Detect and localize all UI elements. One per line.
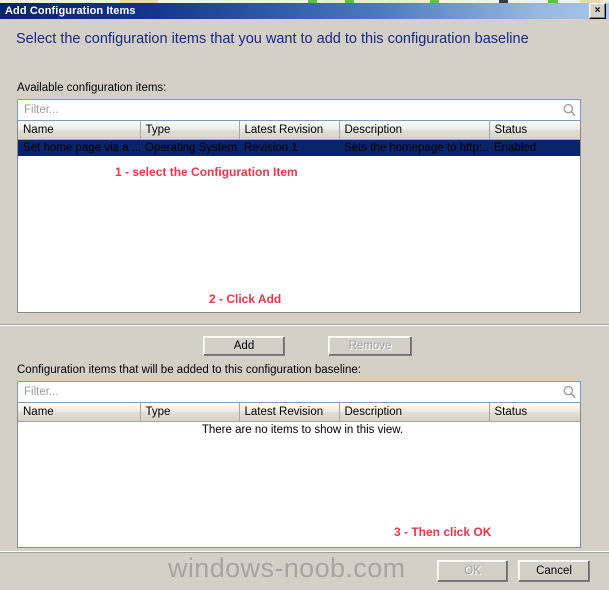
cancel-button[interactable]: Cancel [518,560,590,582]
annotation-step-1: 1 - select the Configuration Item [115,165,298,179]
divider-above-buttons [0,324,609,326]
column-header-latest-revision[interactable]: Latest Revision [239,121,340,140]
selected-table-header-row: Name Type Latest Revision Description St… [18,403,580,422]
empty-state-row: There are no items to show in this view. [18,421,580,438]
selected-items-list[interactable]: Name Type Latest Revision Description St… [17,403,581,548]
column-header-latest-revision[interactable]: Latest Revision [239,403,340,422]
column-header-type[interactable]: Type [140,403,240,422]
add-button[interactable]: Add [203,336,285,356]
title-bar: Add Configuration Items × [0,3,609,19]
column-header-name[interactable]: Name [18,403,141,422]
page-title: Select the configuration items that you … [16,31,529,47]
annotation-step-3: 3 - Then click OK [394,525,492,539]
cell-status: Enabled [489,139,580,156]
column-header-name[interactable]: Name [18,121,141,140]
selected-items-label: Configuration items that will be added t… [17,364,361,376]
close-icon[interactable]: × [589,3,606,19]
selected-items-table: Name Type Latest Revision Description St… [18,403,580,438]
empty-state-message: There are no items to show in this view. [201,423,404,436]
window-title: Add Configuration Items [5,5,136,17]
available-items-label: Available configuration items: [17,82,167,94]
dialog-client-area: Select the configuration items that you … [0,19,609,590]
remove-button: Remove [328,336,412,356]
available-filter-placeholder: Filter... [24,104,59,116]
watermark: windows-noob.com [168,553,406,583]
column-header-description[interactable]: Description [339,121,490,140]
available-filter-input[interactable]: Filter... [17,99,581,121]
table-row[interactable]: Set home page via a ... Operating System… [18,139,580,156]
available-items-table: Name Type Latest Revision Description St… [18,121,580,156]
column-header-status[interactable]: Status [489,403,580,422]
cell-latest-revision: Revision 1 [239,139,339,156]
available-table-header-row: Name Type Latest Revision Description St… [18,121,580,140]
magnifier-icon[interactable] [558,382,580,402]
cell-description: Sets the homepage to http:... [339,139,489,156]
column-header-status[interactable]: Status [489,121,580,140]
column-header-description[interactable]: Description [339,403,490,422]
ok-button: OK [437,560,508,582]
cell-name: Set home page via a ... [18,139,140,156]
annotation-step-2: 2 - Click Add [209,292,282,306]
selected-filter-placeholder: Filter... [24,386,59,398]
cell-type: Operating System [140,139,239,156]
available-items-list[interactable]: Name Type Latest Revision Description St… [17,121,581,313]
selected-filter-input[interactable]: Filter... [17,381,581,403]
column-header-type[interactable]: Type [140,121,240,140]
magnifier-icon[interactable] [558,100,580,120]
dialog-window: Add Configuration Items × Select the con… [0,0,609,590]
